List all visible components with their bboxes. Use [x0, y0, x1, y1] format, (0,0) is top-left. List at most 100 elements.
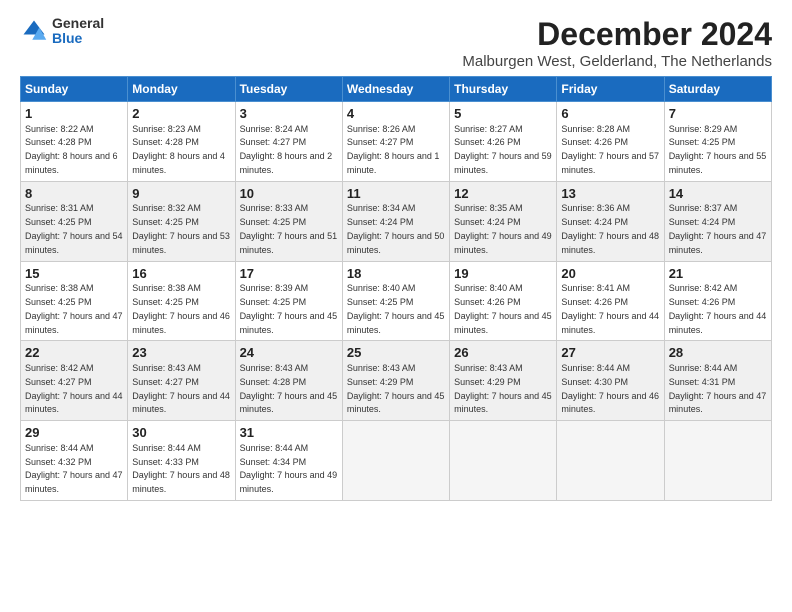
- day-number: 10: [240, 185, 338, 203]
- logo: General Blue: [20, 16, 104, 47]
- calendar-cell: 14Sunrise: 8:37 AMSunset: 4:24 PMDayligh…: [664, 181, 771, 261]
- calendar-cell: 23Sunrise: 8:43 AMSunset: 4:27 PMDayligh…: [128, 341, 235, 421]
- day-number: 18: [347, 265, 445, 283]
- cell-info: Sunrise: 8:28 AMSunset: 4:26 PMDaylight:…: [561, 124, 659, 175]
- cell-info: Sunrise: 8:41 AMSunset: 4:26 PMDaylight:…: [561, 283, 659, 334]
- day-number: 16: [132, 265, 230, 283]
- cell-info: Sunrise: 8:34 AMSunset: 4:24 PMDaylight:…: [347, 203, 445, 254]
- calendar-cell: 11Sunrise: 8:34 AMSunset: 4:24 PMDayligh…: [342, 181, 449, 261]
- cell-info: Sunrise: 8:35 AMSunset: 4:24 PMDaylight:…: [454, 203, 552, 254]
- calendar-cell: 19Sunrise: 8:40 AMSunset: 4:26 PMDayligh…: [450, 261, 557, 341]
- calendar-cell: 20Sunrise: 8:41 AMSunset: 4:26 PMDayligh…: [557, 261, 664, 341]
- cell-info: Sunrise: 8:26 AMSunset: 4:27 PMDaylight:…: [347, 124, 440, 175]
- day-number: 11: [347, 185, 445, 203]
- day-number: 1: [25, 105, 123, 123]
- cell-info: Sunrise: 8:44 AMSunset: 4:32 PMDaylight:…: [25, 443, 123, 494]
- day-number: 23: [132, 344, 230, 362]
- calendar-cell: 25Sunrise: 8:43 AMSunset: 4:29 PMDayligh…: [342, 341, 449, 421]
- week-row-1: 1Sunrise: 8:22 AMSunset: 4:28 PMDaylight…: [21, 102, 772, 182]
- cell-info: Sunrise: 8:33 AMSunset: 4:25 PMDaylight:…: [240, 203, 338, 254]
- day-number: 7: [669, 105, 767, 123]
- cell-info: Sunrise: 8:43 AMSunset: 4:29 PMDaylight:…: [347, 363, 445, 414]
- day-number: 27: [561, 344, 659, 362]
- calendar-cell: 15Sunrise: 8:38 AMSunset: 4:25 PMDayligh…: [21, 261, 128, 341]
- calendar-cell: [664, 421, 771, 501]
- calendar-cell: 7Sunrise: 8:29 AMSunset: 4:25 PMDaylight…: [664, 102, 771, 182]
- day-number: 21: [669, 265, 767, 283]
- day-number: 22: [25, 344, 123, 362]
- calendar-cell: [450, 421, 557, 501]
- calendar-cell: 10Sunrise: 8:33 AMSunset: 4:25 PMDayligh…: [235, 181, 342, 261]
- calendar-cell: 2Sunrise: 8:23 AMSunset: 4:28 PMDaylight…: [128, 102, 235, 182]
- week-row-4: 22Sunrise: 8:42 AMSunset: 4:27 PMDayligh…: [21, 341, 772, 421]
- cell-info: Sunrise: 8:44 AMSunset: 4:34 PMDaylight:…: [240, 443, 338, 494]
- calendar-cell: 31Sunrise: 8:44 AMSunset: 4:34 PMDayligh…: [235, 421, 342, 501]
- cell-info: Sunrise: 8:38 AMSunset: 4:25 PMDaylight:…: [25, 283, 123, 334]
- cell-info: Sunrise: 8:31 AMSunset: 4:25 PMDaylight:…: [25, 203, 123, 254]
- calendar-cell: 18Sunrise: 8:40 AMSunset: 4:25 PMDayligh…: [342, 261, 449, 341]
- calendar-cell: 4Sunrise: 8:26 AMSunset: 4:27 PMDaylight…: [342, 102, 449, 182]
- cell-info: Sunrise: 8:42 AMSunset: 4:26 PMDaylight:…: [669, 283, 767, 334]
- day-number: 5: [454, 105, 552, 123]
- cell-info: Sunrise: 8:44 AMSunset: 4:30 PMDaylight:…: [561, 363, 659, 414]
- day-number: 19: [454, 265, 552, 283]
- calendar-cell: 17Sunrise: 8:39 AMSunset: 4:25 PMDayligh…: [235, 261, 342, 341]
- calendar-cell: 28Sunrise: 8:44 AMSunset: 4:31 PMDayligh…: [664, 341, 771, 421]
- calendar-cell: 13Sunrise: 8:36 AMSunset: 4:24 PMDayligh…: [557, 181, 664, 261]
- day-number: 15: [25, 265, 123, 283]
- col-thursday: Thursday: [450, 77, 557, 102]
- calendar-cell: 22Sunrise: 8:42 AMSunset: 4:27 PMDayligh…: [21, 341, 128, 421]
- day-number: 6: [561, 105, 659, 123]
- day-number: 26: [454, 344, 552, 362]
- logo-icon: [20, 17, 48, 45]
- day-number: 12: [454, 185, 552, 203]
- cell-info: Sunrise: 8:42 AMSunset: 4:27 PMDaylight:…: [25, 363, 123, 414]
- day-number: 9: [132, 185, 230, 203]
- cell-info: Sunrise: 8:40 AMSunset: 4:25 PMDaylight:…: [347, 283, 445, 334]
- calendar-cell: 12Sunrise: 8:35 AMSunset: 4:24 PMDayligh…: [450, 181, 557, 261]
- calendar-cell: 16Sunrise: 8:38 AMSunset: 4:25 PMDayligh…: [128, 261, 235, 341]
- calendar-cell: 26Sunrise: 8:43 AMSunset: 4:29 PMDayligh…: [450, 341, 557, 421]
- week-row-5: 29Sunrise: 8:44 AMSunset: 4:32 PMDayligh…: [21, 421, 772, 501]
- day-number: 3: [240, 105, 338, 123]
- col-friday: Friday: [557, 77, 664, 102]
- calendar-cell: 9Sunrise: 8:32 AMSunset: 4:25 PMDaylight…: [128, 181, 235, 261]
- cell-info: Sunrise: 8:43 AMSunset: 4:28 PMDaylight:…: [240, 363, 338, 414]
- day-number: 20: [561, 265, 659, 283]
- calendar-cell: 29Sunrise: 8:44 AMSunset: 4:32 PMDayligh…: [21, 421, 128, 501]
- calendar-body: 1Sunrise: 8:22 AMSunset: 4:28 PMDaylight…: [21, 102, 772, 501]
- calendar-cell: 30Sunrise: 8:44 AMSunset: 4:33 PMDayligh…: [128, 421, 235, 501]
- col-saturday: Saturday: [664, 77, 771, 102]
- cell-info: Sunrise: 8:39 AMSunset: 4:25 PMDaylight:…: [240, 283, 338, 334]
- day-number: 31: [240, 424, 338, 442]
- header: General Blue December 2024 Malburgen Wes…: [20, 16, 772, 70]
- day-number: 8: [25, 185, 123, 203]
- cell-info: Sunrise: 8:40 AMSunset: 4:26 PMDaylight:…: [454, 283, 552, 334]
- cell-info: Sunrise: 8:43 AMSunset: 4:27 PMDaylight:…: [132, 363, 230, 414]
- calendar-cell: [557, 421, 664, 501]
- day-number: 28: [669, 344, 767, 362]
- calendar-cell: 6Sunrise: 8:28 AMSunset: 4:26 PMDaylight…: [557, 102, 664, 182]
- cell-info: Sunrise: 8:43 AMSunset: 4:29 PMDaylight:…: [454, 363, 552, 414]
- subtitle: Malburgen West, Gelderland, The Netherla…: [462, 53, 772, 70]
- logo-general: General: [52, 16, 104, 31]
- week-row-3: 15Sunrise: 8:38 AMSunset: 4:25 PMDayligh…: [21, 261, 772, 341]
- calendar-cell: 24Sunrise: 8:43 AMSunset: 4:28 PMDayligh…: [235, 341, 342, 421]
- day-number: 24: [240, 344, 338, 362]
- week-row-2: 8Sunrise: 8:31 AMSunset: 4:25 PMDaylight…: [21, 181, 772, 261]
- cell-info: Sunrise: 8:37 AMSunset: 4:24 PMDaylight:…: [669, 203, 767, 254]
- main-title: December 2024: [462, 16, 772, 53]
- cell-info: Sunrise: 8:38 AMSunset: 4:25 PMDaylight:…: [132, 283, 230, 334]
- header-row: Sunday Monday Tuesday Wednesday Thursday…: [21, 77, 772, 102]
- day-number: 14: [669, 185, 767, 203]
- col-monday: Monday: [128, 77, 235, 102]
- day-number: 25: [347, 344, 445, 362]
- cell-info: Sunrise: 8:22 AMSunset: 4:28 PMDaylight:…: [25, 124, 118, 175]
- calendar-cell: 21Sunrise: 8:42 AMSunset: 4:26 PMDayligh…: [664, 261, 771, 341]
- calendar-cell: 27Sunrise: 8:44 AMSunset: 4:30 PMDayligh…: [557, 341, 664, 421]
- day-number: 13: [561, 185, 659, 203]
- col-wednesday: Wednesday: [342, 77, 449, 102]
- cell-info: Sunrise: 8:27 AMSunset: 4:26 PMDaylight:…: [454, 124, 552, 175]
- day-number: 30: [132, 424, 230, 442]
- calendar-page: General Blue December 2024 Malburgen Wes…: [0, 0, 792, 612]
